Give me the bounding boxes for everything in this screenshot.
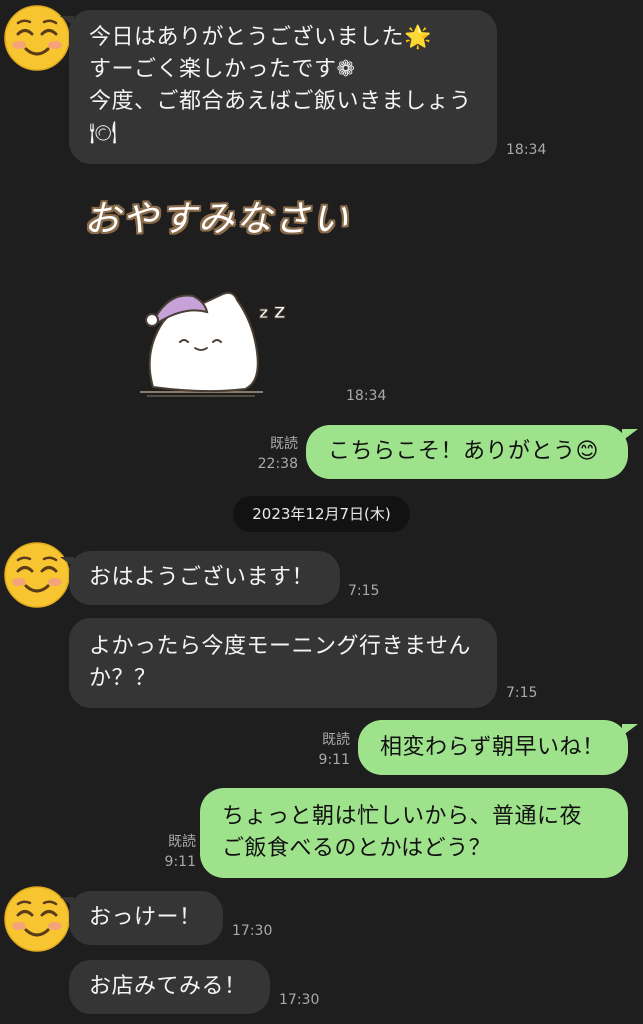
read-receipt: 既読 9:11 (164, 834, 196, 870)
avatar-smiling-face-icon[interactable] (2, 540, 72, 610)
message-time: 18:34 (506, 142, 547, 158)
avatar-smiling-face-icon[interactable] (2, 3, 72, 73)
sticker-zzz: z Z (259, 303, 285, 322)
incoming-message-1[interactable]: 今日はありがとうございました🌟 すーごく楽しかったです❁ 今度、ご都合あえばご飯… (60, 10, 497, 164)
outgoing-message-6[interactable]: ちょっと朝は忙しいから、普通に夜 ご飯食べるのとかはどう？ (200, 788, 628, 878)
incoming-message-3[interactable]: おはようございます！ (60, 551, 340, 605)
message-time: 18:34 (346, 388, 387, 404)
message-time: 17:30 (279, 992, 320, 1008)
incoming-message-4[interactable]: よかったら今度モーニング行きませんか？？ (69, 618, 497, 708)
incoming-message-7[interactable]: おっけー！ (60, 891, 223, 945)
avatar-smiling-face-icon[interactable] (2, 884, 72, 954)
outgoing-message-2[interactable]: こちらこそ！ありがとう😊 (306, 425, 638, 479)
sleeping-cat-sticker[interactable]: z Z (135, 282, 310, 400)
read-receipt: 既読 9:11 (318, 732, 350, 768)
sticker-text[interactable]: おやすみなさい (84, 190, 350, 242)
outgoing-message-5[interactable]: 相変わらず朝早いね！ (358, 720, 638, 775)
date-divider: 2023年12月7日(木) (233, 496, 410, 532)
message-time: 17:30 (232, 923, 273, 939)
incoming-message-8[interactable]: お店みてみる！ (69, 960, 270, 1014)
message-time: 7:15 (506, 685, 538, 701)
message-time: 7:15 (348, 583, 380, 599)
read-receipt: 既読 22:38 (257, 436, 298, 472)
